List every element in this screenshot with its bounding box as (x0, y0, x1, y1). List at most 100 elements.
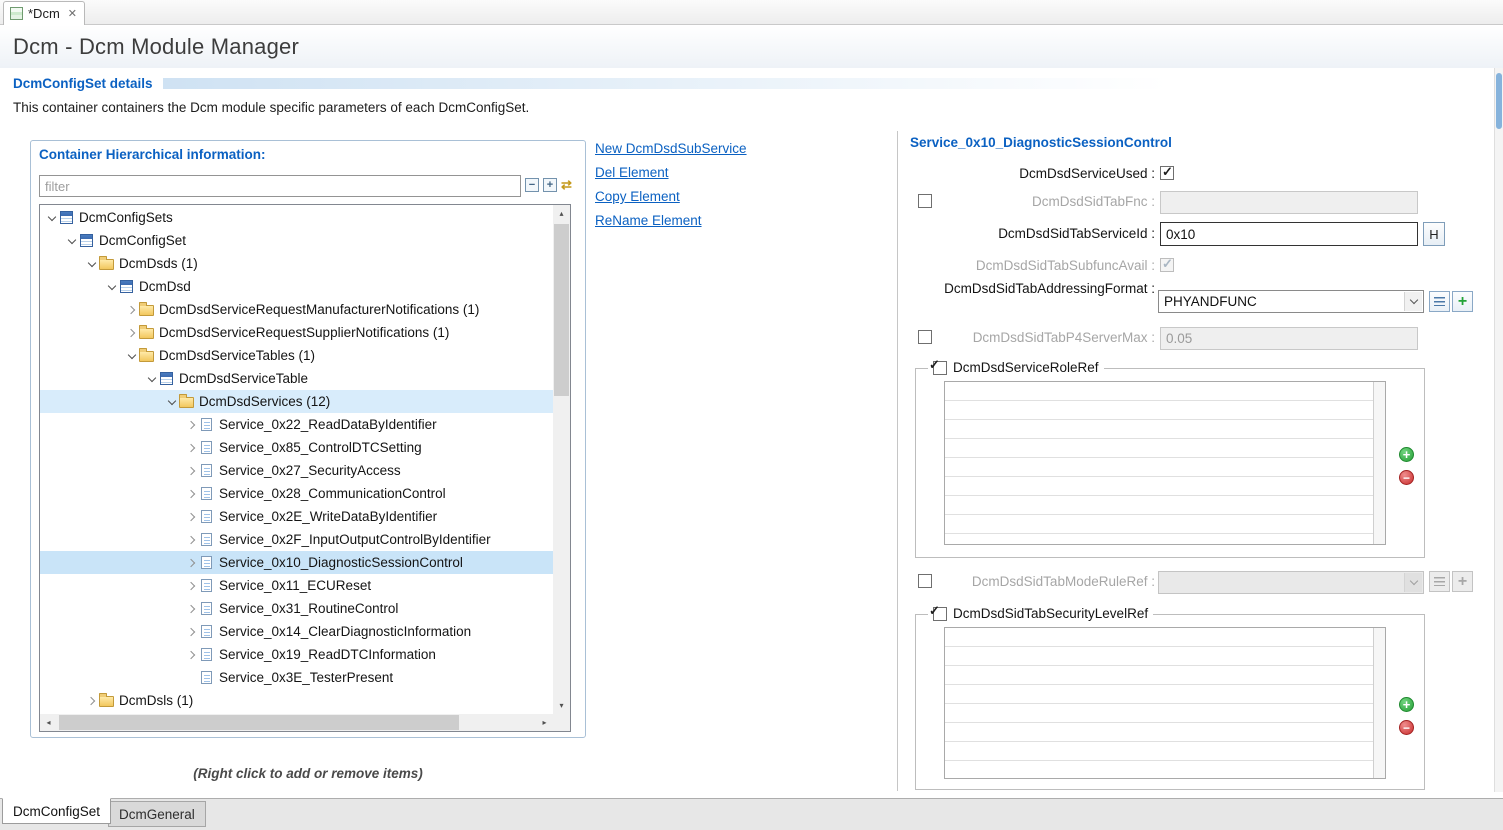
tree-item[interactable]: Service_0x3E_TesterPresent (40, 666, 553, 689)
addressing-format-dropdown[interactable]: PHYANDFUNC (1158, 290, 1424, 313)
tree-item[interactable]: Service_0x31_RoutineControl (40, 597, 553, 620)
tree-item[interactable]: Service_0x10_DiagnosticSessionControl (40, 551, 553, 574)
tab-dcmgeneral[interactable]: DcmGeneral (108, 801, 206, 827)
tree-item[interactable]: DcmDsdServiceRequestManufacturerNotifica… (40, 298, 553, 321)
page-scroll-thumb[interactable] (1496, 73, 1502, 129)
tree-item[interactable]: DcmDsls (1) (40, 689, 553, 712)
document-icon (201, 556, 212, 569)
remove-icon[interactable] (1399, 470, 1414, 485)
hierarchy-panel-title: Container Hierarchical information: (39, 147, 266, 162)
folder-icon (139, 351, 154, 362)
chevron-down-icon[interactable] (124, 354, 139, 358)
tree-item[interactable]: Service_0x2F_InputOutputControlByIdentif… (40, 528, 553, 551)
add-icon[interactable] (1399, 697, 1414, 712)
chevron-right-icon[interactable] (184, 468, 199, 474)
security-level-ref-label: DcmDsdSidTabSecurityLevelRef (953, 606, 1148, 621)
section-title: DcmConfigSet details (13, 76, 153, 91)
chevron-right-icon[interactable] (184, 629, 199, 635)
tree-item[interactable]: Service_0x14_ClearDiagnosticInformation (40, 620, 553, 643)
chevron-down-icon[interactable] (44, 216, 59, 220)
chevron-right-icon[interactable] (184, 560, 199, 566)
tree-item[interactable]: DcmConfigSet (40, 229, 553, 252)
chevron-right-icon[interactable] (184, 514, 199, 520)
security-level-ref-legend: DcmDsdSidTabSecurityLevelRef (928, 606, 1153, 621)
dropdown-arrow-icon[interactable] (1404, 292, 1422, 311)
tree-item[interactable]: Service_0x11_ECUReset (40, 574, 553, 597)
chevron-right-icon[interactable] (184, 583, 199, 589)
new-dcmdsdsubservice-link[interactable]: New DcmDsdSubService (595, 141, 747, 156)
remove-icon[interactable] (1399, 720, 1414, 735)
horizontal-scroll-thumb[interactable] (59, 715, 459, 730)
tree-item[interactable]: DcmDsds (1) (40, 252, 553, 275)
tree-item[interactable]: Service_0x28_CommunicationControl (40, 482, 553, 505)
chevron-down-icon[interactable] (144, 377, 159, 381)
vertical-scroll-thumb[interactable] (554, 224, 569, 396)
chevron-right-icon[interactable] (184, 422, 199, 428)
sync-icon[interactable] (561, 177, 572, 193)
chevron-right-icon[interactable] (184, 537, 199, 543)
tree-item[interactable]: DcmDsdServices (12) (40, 390, 553, 413)
sidtab-fnc-input (1160, 191, 1418, 214)
add-ref-button[interactable] (1452, 291, 1473, 312)
tree-horizontal-scrollbar[interactable] (40, 714, 553, 731)
del-element-link[interactable]: Del Element (595, 165, 747, 180)
tree-item[interactable]: Service_0x85_ControlDTCSetting (40, 436, 553, 459)
scroll-down-icon[interactable] (553, 697, 570, 714)
service-role-ref-list[interactable] (944, 381, 1386, 545)
close-icon[interactable] (68, 7, 77, 20)
chevron-right-icon[interactable] (184, 491, 199, 497)
mode-rule-ref-row: DcmDsdSidTabModeRuleRef : (908, 570, 1493, 596)
tree-item[interactable]: DcmDsdServiceRequestSupplierNotification… (40, 321, 553, 344)
detail-title: Service_0x10_DiagnosticSessionControl (910, 135, 1172, 150)
mode-rule-ref-label: DcmDsdSidTabModeRuleRef : (908, 574, 1155, 589)
list-ref-button[interactable] (1429, 291, 1450, 312)
chevron-right-icon[interactable] (124, 330, 139, 336)
tab-dcmconfigset[interactable]: DcmConfigSet (2, 798, 111, 824)
tree-item[interactable]: DcmDsdServiceTable (40, 367, 553, 390)
chevron-right-icon[interactable] (184, 652, 199, 658)
tree-item[interactable]: Service_0x19_ReadDTCInformation (40, 643, 553, 666)
chevron-right-icon[interactable] (124, 307, 139, 313)
tree-item-label: DcmDsdServiceRequestSupplierNotification… (159, 325, 453, 340)
list-ref-icon (1434, 577, 1445, 586)
hex-button[interactable]: H (1423, 222, 1445, 246)
editor-tab-dcm[interactable]: *Dcm (3, 1, 85, 25)
page-vertical-scrollbar[interactable] (1494, 68, 1503, 792)
scroll-up-icon[interactable] (553, 205, 570, 222)
chevron-down-icon[interactable] (84, 262, 99, 266)
service-role-ref-checkbox[interactable] (933, 361, 947, 375)
tree-item[interactable]: Service_0x2E_WriteDataByIdentifier (40, 505, 553, 528)
chevron-down-icon[interactable] (64, 239, 79, 243)
tree-item-label: DcmDsls (1) (119, 693, 197, 708)
scroll-right-icon[interactable] (536, 714, 553, 731)
tree-item[interactable]: Service_0x22_ReadDataByIdentifier (40, 413, 553, 436)
security-level-ref-checkbox[interactable] (933, 607, 947, 621)
service-id-input[interactable] (1160, 222, 1418, 246)
chevron-right-icon[interactable] (84, 698, 99, 704)
chevron-right-icon[interactable] (184, 606, 199, 612)
tree-item[interactable]: DcmConfigSets (40, 206, 553, 229)
expand-all-icon[interactable]: + (543, 178, 557, 192)
chevron-right-icon[interactable] (184, 445, 199, 451)
document-icon (201, 625, 212, 638)
table-icon (160, 372, 173, 385)
collapse-all-icon[interactable]: − (525, 178, 539, 192)
filter-input[interactable] (39, 175, 521, 197)
service-used-checkbox[interactable] (1160, 166, 1174, 180)
security-level-ref-list[interactable] (944, 627, 1386, 779)
chevron-down-icon[interactable] (104, 285, 119, 289)
rename-element-link[interactable]: ReName Element (595, 213, 747, 228)
add-icon[interactable] (1399, 447, 1414, 462)
tree-item[interactable]: DcmDsdServiceTables (1) (40, 344, 553, 367)
tree: DcmConfigSetsDcmConfigSetDcmDsds (1)DcmD… (40, 206, 553, 714)
tree-item[interactable]: Service_0x27_SecurityAccess (40, 459, 553, 482)
tree-item[interactable]: DcmDsd (40, 275, 553, 298)
chevron-down-icon[interactable] (164, 400, 179, 404)
copy-element-link[interactable]: Copy Element (595, 189, 747, 204)
document-icon (201, 510, 212, 523)
service-id-row: DcmDsdSidTabServiceId : H (908, 222, 1493, 248)
right-click-hint: (Right click to add or remove items) (30, 766, 586, 781)
tree-vertical-scrollbar[interactable] (553, 205, 570, 714)
scroll-left-icon[interactable] (40, 714, 57, 731)
document-icon (201, 648, 212, 661)
